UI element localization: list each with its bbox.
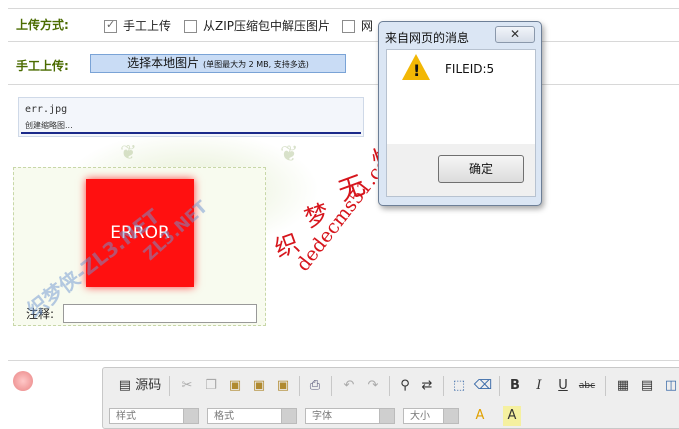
- option-manual-label: 手工上传: [123, 19, 172, 33]
- file-name: err.jpg: [25, 104, 68, 115]
- horizontal-rule-icon[interactable]: ▤: [637, 376, 657, 396]
- dialog-title: 来自网页的消息: [385, 31, 470, 45]
- option-web[interactable]: 网: [342, 17, 373, 34]
- strikethrough-button[interactable]: abc: [575, 376, 599, 396]
- divider: [389, 376, 390, 396]
- print-icon[interactable]: ⎙: [305, 376, 325, 396]
- font-select[interactable]: 字体: [305, 408, 395, 424]
- divider: [299, 376, 300, 396]
- divider: [331, 376, 332, 396]
- divider: [8, 360, 679, 361]
- rich-text-editor-toolbar: ▤ 源码 ✂ ❐ ▣ ▣ ▣ ⎙ ↶ ↷ ⚲ ⇄ ⬚ ⌫ B I U abc ▦…: [102, 367, 679, 429]
- option-web-label: 网: [361, 19, 374, 33]
- checkbox-zip[interactable]: [184, 20, 197, 33]
- upload-hint: (单图最大为 2 MB, 支持多选): [202, 60, 309, 69]
- paste-text-icon[interactable]: ▣: [249, 376, 269, 396]
- paste-icon[interactable]: ▣: [225, 376, 245, 396]
- ok-button[interactable]: 确定: [438, 155, 524, 183]
- more-icon[interactable]: ◫: [661, 376, 679, 396]
- site-logo-icon: [13, 371, 33, 391]
- format-select[interactable]: 格式: [207, 408, 297, 424]
- message-dialog: 来自网页的消息 ✕ ! FILEID:5 确定: [378, 21, 542, 206]
- checkbox-manual[interactable]: [104, 18, 117, 33]
- close-button[interactable]: ✕: [495, 26, 535, 43]
- dialog-message: FILEID:5: [445, 62, 495, 76]
- divider: [605, 376, 606, 396]
- undo-icon[interactable]: ↶: [339, 376, 359, 396]
- find-icon[interactable]: ⚲: [395, 376, 415, 396]
- replace-icon[interactable]: ⇄: [417, 376, 437, 396]
- cut-icon[interactable]: ✂: [177, 376, 197, 396]
- source-label: 源码: [135, 378, 162, 393]
- source-icon: ▤: [118, 378, 132, 393]
- paw-icon: ❦: [120, 140, 137, 164]
- underline-button[interactable]: U: [553, 376, 573, 396]
- divider: [499, 376, 500, 396]
- style-select-value: 样式: [116, 411, 136, 422]
- select-local-image-label: 选择本地图片: [127, 56, 200, 70]
- copy-icon[interactable]: ❐: [201, 376, 221, 396]
- note-input[interactable]: [63, 304, 257, 323]
- source-button[interactable]: ▤ 源码: [117, 376, 163, 396]
- option-manual[interactable]: 手工上传: [104, 17, 171, 34]
- warning-icon-mark: !: [413, 61, 421, 80]
- manual-upload-label: 手工上传:: [16, 59, 69, 73]
- italic-button[interactable]: I: [529, 376, 549, 396]
- size-select-value: 大小: [410, 411, 430, 422]
- style-select[interactable]: 样式: [109, 408, 199, 424]
- progress-bar: [21, 132, 361, 134]
- text-color-icon[interactable]: A: [471, 406, 489, 426]
- paste-word-icon[interactable]: ▣: [273, 376, 293, 396]
- option-zip-label: 从ZIP压缩包中解压图片: [203, 19, 330, 33]
- eraser-icon[interactable]: ⌫: [473, 376, 493, 396]
- table-icon[interactable]: ▦: [613, 376, 633, 396]
- select-all-icon[interactable]: ⬚: [449, 376, 469, 396]
- paw-icon: ❦: [280, 142, 299, 167]
- file-status: 创建缩略图...: [25, 121, 73, 130]
- redo-icon[interactable]: ↷: [363, 376, 383, 396]
- background-color-icon[interactable]: A: [503, 406, 521, 426]
- option-zip[interactable]: 从ZIP压缩包中解压图片: [184, 17, 330, 34]
- size-select[interactable]: 大小: [403, 408, 459, 424]
- select-local-image-button[interactable]: 选择本地图片 (单图最大为 2 MB, 支持多选): [90, 54, 346, 73]
- divider: [8, 41, 679, 42]
- bold-button[interactable]: B: [505, 376, 525, 396]
- divider: [169, 376, 170, 396]
- close-icon: ✕: [509, 27, 521, 41]
- format-select-value: 格式: [214, 411, 234, 422]
- upload-file-item: err.jpg 创建缩略图...: [18, 97, 364, 137]
- checkbox-web[interactable]: [342, 20, 355, 33]
- divider: [8, 8, 679, 9]
- font-select-value: 字体: [312, 411, 332, 422]
- upload-mode-label: 上传方式:: [16, 18, 69, 32]
- divider: [8, 84, 679, 85]
- divider: [443, 376, 444, 396]
